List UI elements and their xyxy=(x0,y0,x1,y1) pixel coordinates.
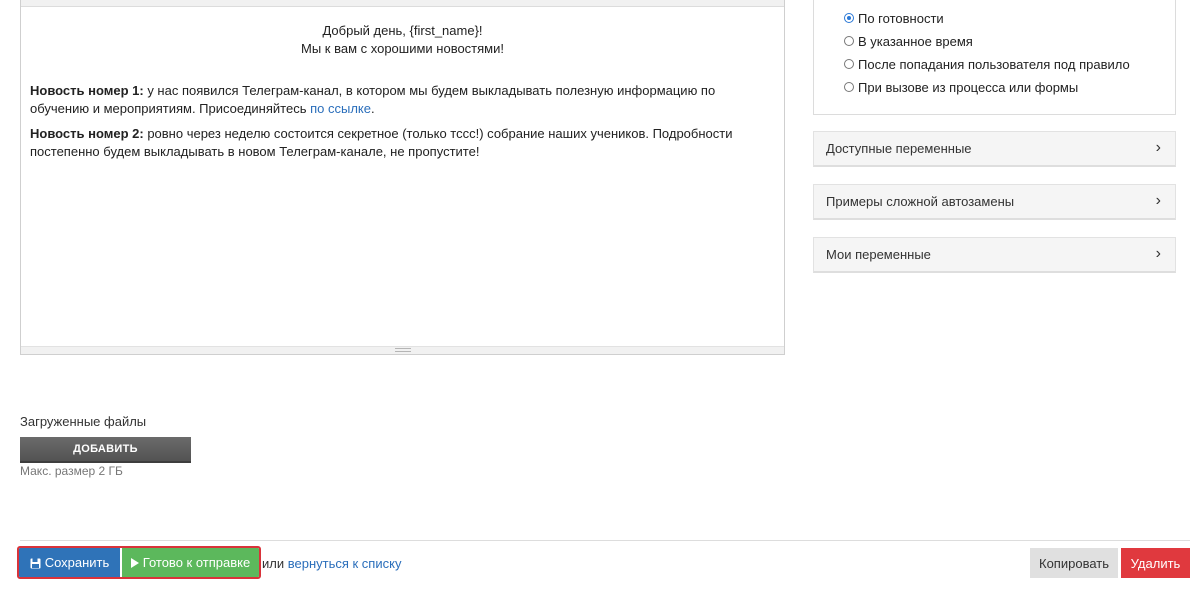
accordion-label: Мои переменные xyxy=(826,247,931,262)
message-editor[interactable]: Добрый день, {first_name}! Мы к вам с хо… xyxy=(20,0,785,355)
radio-option-scheduled[interactable]: В указанное время xyxy=(844,31,973,51)
editor-top-edge xyxy=(21,0,784,7)
accordion-label: Примеры сложной автозамены xyxy=(826,194,1015,209)
radio-icon[interactable] xyxy=(844,82,854,92)
news-paragraph-2: Новость номер 2: ровно через неделю сост… xyxy=(30,125,775,161)
radio-label: После попадания пользователя под правило xyxy=(858,56,1130,72)
delete-button[interactable]: Удалить xyxy=(1121,548,1190,578)
floppy-disk-icon xyxy=(30,557,41,569)
ready-to-send-button[interactable]: Готово к отправке xyxy=(122,548,259,577)
back-to-list: или вернуться к списку xyxy=(262,556,401,571)
chevron-right-icon: › xyxy=(1155,139,1161,156)
accordion-my-variables[interactable]: Мои переменные › xyxy=(813,237,1176,273)
radio-option-ready[interactable]: По готовности xyxy=(844,8,944,28)
save-button[interactable]: Сохранить xyxy=(19,548,120,577)
news1-label: Новость номер 1: xyxy=(30,83,144,98)
radio-option-process[interactable]: При вызове из процесса или формы xyxy=(844,77,1078,97)
radio-label: В указанное время xyxy=(858,33,973,49)
back-to-list-link[interactable]: вернуться к списку xyxy=(288,556,402,571)
max-size-note: Макс. размер 2 ГБ xyxy=(20,464,123,478)
radio-label: При вызове из процесса или формы xyxy=(858,79,1079,95)
news-paragraph-1: Новость номер 1: у нас появился Телеграм… xyxy=(30,82,775,118)
accordion-autoreplace-examples[interactable]: Примеры сложной автозамены › xyxy=(813,184,1176,220)
telegram-link[interactable]: по ссылке xyxy=(310,101,371,116)
radio-icon[interactable] xyxy=(844,59,854,69)
editor-resize-handle[interactable] xyxy=(21,346,784,354)
chevron-right-icon: › xyxy=(1155,192,1161,209)
grip-icon xyxy=(394,348,411,352)
ready-label: Готово к отправке xyxy=(142,555,251,570)
add-file-button[interactable]: ДОБАВИТЬ xyxy=(20,437,191,463)
news2-label: Новость номер 2: xyxy=(30,126,144,141)
primary-actions-highlight: Сохранить Готово к отправке xyxy=(17,546,261,579)
radio-label: По готовности xyxy=(858,10,944,26)
save-label: Сохранить xyxy=(44,555,110,570)
divider xyxy=(20,540,1190,541)
editor-content[interactable]: Добрый день, {first_name}! Мы к вам с хо… xyxy=(30,22,775,168)
or-text: или xyxy=(262,556,288,571)
copy-button[interactable]: Копировать xyxy=(1030,548,1118,578)
play-icon xyxy=(130,557,139,568)
radio-checked-icon[interactable] xyxy=(844,13,854,23)
chevron-right-icon: › xyxy=(1155,245,1161,262)
uploaded-files-label: Загруженные файлы xyxy=(20,414,147,429)
accordion-label: Доступные переменные xyxy=(826,141,972,156)
send-timing-options: По готовности В указанное время После по… xyxy=(813,0,1176,115)
accordion-available-variables[interactable]: Доступные переменные › xyxy=(813,131,1176,167)
news1-end: . xyxy=(370,101,375,116)
radio-option-rule[interactable]: После попадания пользователя под правило xyxy=(844,54,1130,74)
radio-icon[interactable] xyxy=(844,36,854,46)
greeting-line: Добрый день, {first_name}! xyxy=(322,23,483,38)
subgreeting-line: Мы к вам с хорошими новостями! xyxy=(301,41,504,56)
